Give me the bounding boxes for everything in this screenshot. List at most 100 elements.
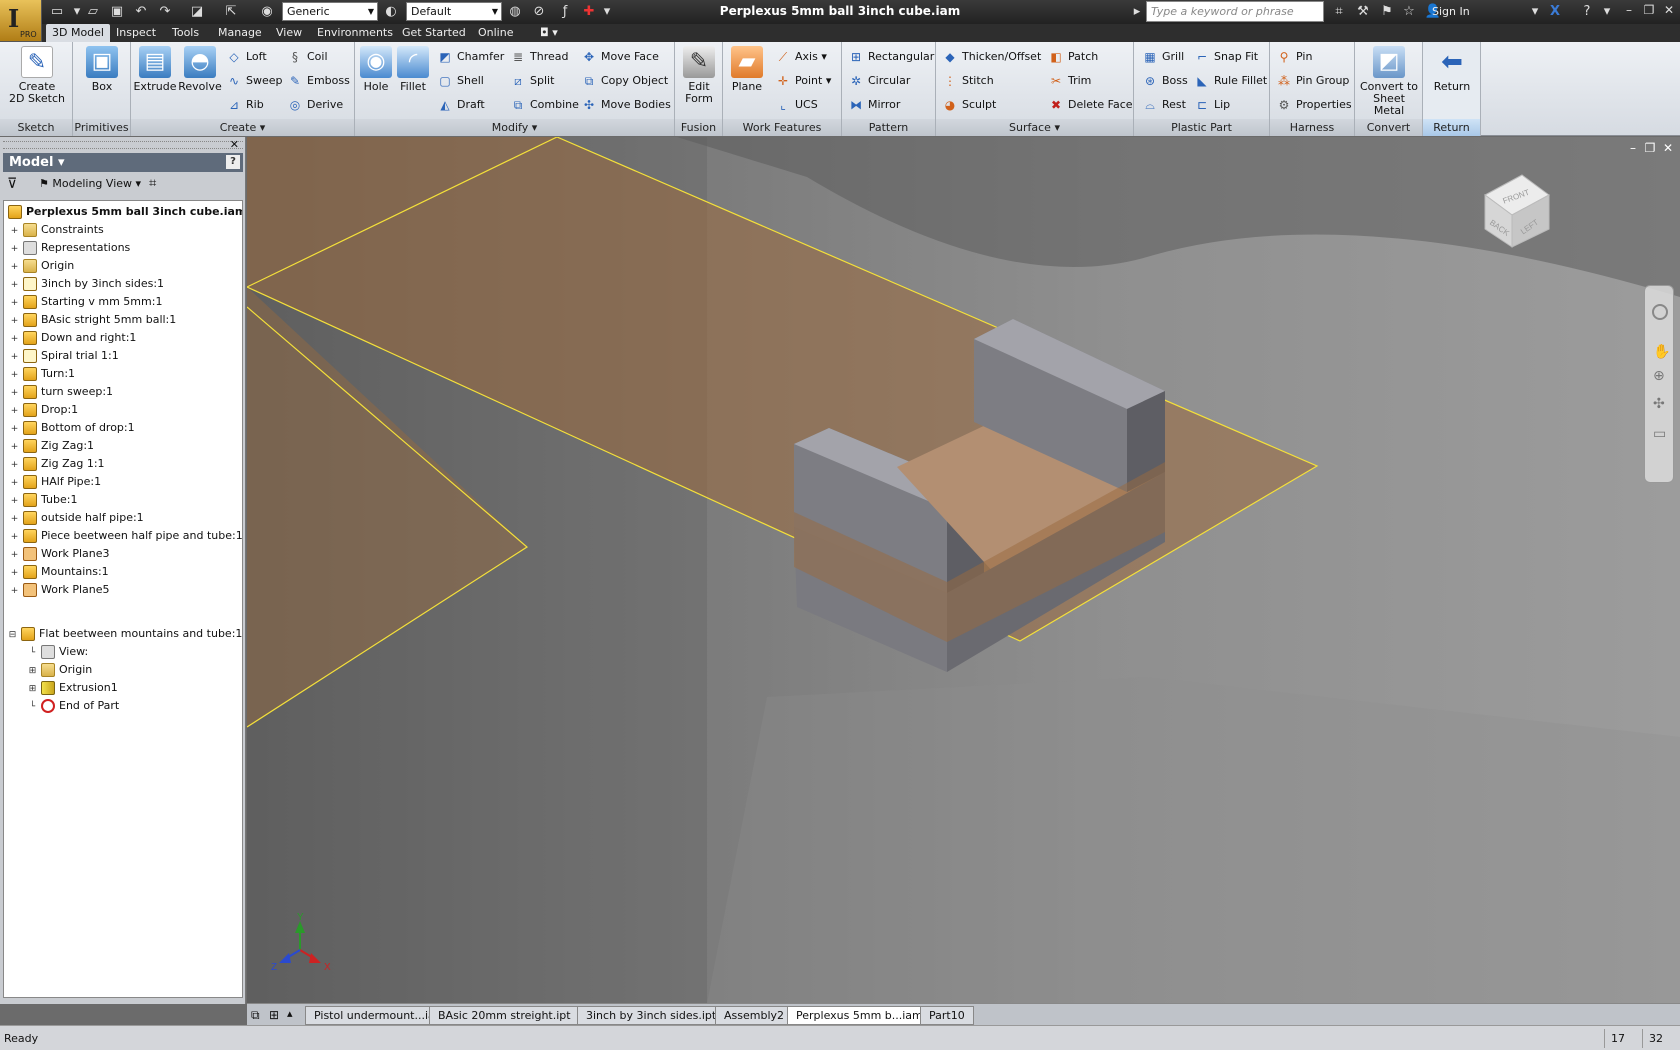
- redo-icon[interactable]: ↷: [156, 3, 174, 21]
- expand-icon[interactable]: +: [10, 263, 19, 272]
- create-2d-sketch-button[interactable]: ✎ Create 2D Sketch: [4, 46, 70, 105]
- modeling-view-select[interactable]: ⚑ Modeling View ▾: [39, 177, 141, 190]
- expand-icon[interactable]: +: [10, 551, 19, 560]
- graphics-viewport[interactable]: FRONT BACK LEFT X Y Z – ❐ ✕ ✋ ⊕ ✣ ▭: [247, 137, 1680, 1003]
- plane-button[interactable]: ▰ Plane: [727, 46, 767, 93]
- convert-to-sheet-metal-button[interactable]: ◩ Convert to Sheet Metal: [1357, 46, 1421, 117]
- tree-item[interactable]: + Work Plane3: [10, 545, 110, 563]
- appearance-select[interactable]: Default ▼: [406, 2, 502, 21]
- doc-tab[interactable]: Part10: [920, 1006, 974, 1025]
- move-bodies-button[interactable]: ✣ Move Bodies: [581, 95, 671, 115]
- tree-item[interactable]: + Starting v mm 5mm:1: [10, 293, 162, 311]
- fillet-button[interactable]: ◜ Fillet: [395, 46, 431, 93]
- tab-tools[interactable]: Tools: [166, 24, 205, 42]
- clear-icon[interactable]: ⊘: [530, 3, 548, 21]
- cascade-windows-icon[interactable]: ⧉: [251, 1008, 260, 1023]
- boss-button[interactable]: ⊛ Boss: [1142, 71, 1188, 91]
- restore-icon[interactable]: ❐: [1640, 3, 1658, 21]
- steering-wheel-icon[interactable]: [1652, 304, 1668, 320]
- expand-icon[interactable]: +: [10, 407, 19, 416]
- doc-tab[interactable]: 3inch by 3inch sides.ipt: [577, 1006, 726, 1025]
- coil-button[interactable]: § Coil: [287, 47, 328, 67]
- expand-icon[interactable]: +: [10, 389, 19, 398]
- doc-tab[interactable]: Assembly2: [715, 1006, 794, 1025]
- expand-icon[interactable]: ⊞: [28, 685, 37, 694]
- close-icon[interactable]: ✕: [1660, 3, 1678, 21]
- move-face-button[interactable]: ✥ Move Face: [581, 47, 659, 67]
- tree-item[interactable]: + Bottom of drop:1: [10, 419, 135, 437]
- filter-icon[interactable]: ⊽: [7, 176, 17, 192]
- delete-face-button[interactable]: ✖ Delete Face: [1048, 95, 1133, 115]
- tree-item[interactable]: + Zig Zag:1: [10, 437, 94, 455]
- tree-item[interactable]: + HAlf Pipe:1: [10, 473, 101, 491]
- ucs-button[interactable]: ⌞ UCS: [775, 95, 818, 115]
- tree-item[interactable]: + Origin: [10, 257, 74, 275]
- undo-icon[interactable]: ↶: [132, 3, 150, 21]
- sculpt-button[interactable]: ◕ Sculpt: [942, 95, 997, 115]
- help-icon[interactable]: ?: [226, 155, 240, 169]
- expand-icon[interactable]: +: [10, 227, 19, 236]
- favorites-star-icon[interactable]: ☆: [1400, 3, 1418, 21]
- viewport-minimize-icon[interactable]: –: [1626, 141, 1640, 155]
- customize-arrow-icon[interactable]: ▾: [598, 3, 616, 21]
- look-at-icon[interactable]: ▭: [1653, 426, 1666, 442]
- dropdown-arrow-icon[interactable]: ▾: [1598, 3, 1616, 21]
- tab-view[interactable]: View: [270, 24, 308, 42]
- panel-label-create[interactable]: Create ▾: [131, 119, 354, 136]
- pin-button[interactable]: ⚲ Pin: [1276, 47, 1313, 67]
- tree-item[interactable]: + outside half pipe:1: [10, 509, 144, 527]
- tree-item[interactable]: +3inch by 3inch sides:1: [10, 275, 164, 293]
- help-icon[interactable]: ?: [1578, 3, 1596, 21]
- panel-label-surface[interactable]: Surface ▾: [936, 119, 1133, 136]
- wrench-icon[interactable]: ⚒: [1354, 3, 1372, 21]
- extrude-button[interactable]: ▤ Extrude: [133, 46, 177, 93]
- patch-button[interactable]: ◧ Patch: [1048, 47, 1098, 67]
- fx-parameters-icon[interactable]: ƒ: [556, 3, 574, 21]
- sign-in-link[interactable]: Sign In: [1432, 5, 1470, 18]
- zoom-icon[interactable]: ⊕: [1653, 368, 1665, 384]
- tab-inspect[interactable]: Inspect: [110, 24, 162, 42]
- expand-icon[interactable]: +: [10, 425, 19, 434]
- tree-item[interactable]: + Turn:1: [10, 365, 75, 383]
- rib-button[interactable]: ⊿ Rib: [226, 95, 264, 115]
- new-icon[interactable]: ▭: [48, 3, 66, 21]
- doc-tab[interactable]: BAsic 20mm streight.ipt: [429, 1006, 580, 1025]
- expand-icon[interactable]: +: [10, 479, 19, 488]
- emboss-button[interactable]: ✎ Emboss: [287, 71, 350, 91]
- tab-get-started[interactable]: Get Started: [396, 24, 472, 42]
- measure-plus-icon[interactable]: ✚: [580, 3, 598, 21]
- close-icon[interactable]: ✕: [230, 138, 239, 151]
- expand-icon[interactable]: +: [10, 497, 19, 506]
- tree-item-active-part[interactable]: ⊟ Flat beetween mountains and tube:1: [8, 625, 242, 643]
- panel-grip[interactable]: [3, 141, 243, 149]
- box-button[interactable]: ▣ Box: [79, 46, 125, 93]
- pan-hand-icon[interactable]: ✋: [1653, 344, 1670, 360]
- orbit-icon[interactable]: ✣: [1653, 396, 1665, 412]
- edit-form-button[interactable]: ✎ Edit Form: [679, 46, 719, 105]
- tree-item[interactable]: + Piece beetween half pipe and tube:1: [10, 527, 242, 545]
- expand-icon[interactable]: +: [10, 371, 19, 380]
- open-icon[interactable]: ▱: [84, 3, 102, 21]
- stitch-button[interactable]: ⋮ Stitch: [942, 71, 994, 91]
- expand-icon[interactable]: +: [10, 281, 19, 290]
- sweep-button[interactable]: ∿ Sweep: [226, 71, 283, 91]
- tree-child-item[interactable]: └ View:: [28, 643, 88, 661]
- snap-fit-button[interactable]: ⌐ Snap Fit: [1194, 47, 1258, 67]
- tree-item[interactable]: + Drop:1: [10, 401, 78, 419]
- trim-button[interactable]: ✂ Trim: [1048, 71, 1091, 91]
- circular-pattern-button[interactable]: ✲ Circular: [848, 71, 910, 91]
- rule-fillet-button[interactable]: ◣ Rule Fillet: [1194, 71, 1267, 91]
- expand-icon[interactable]: ⊞: [28, 667, 37, 676]
- return-icon[interactable]: ⇱: [222, 3, 240, 21]
- tree-item[interactable]: + Work Plane5: [10, 581, 110, 599]
- split-button[interactable]: ⧄ Split: [510, 71, 554, 91]
- expand-icon[interactable]: +: [10, 533, 19, 542]
- tree-item[interactable]: + turn sweep:1: [10, 383, 113, 401]
- tree-item[interactable]: + Representations: [10, 239, 130, 257]
- minimize-icon[interactable]: –: [1620, 3, 1638, 21]
- tab-environments[interactable]: Environments: [311, 24, 399, 42]
- tab-manage[interactable]: Manage: [212, 24, 268, 42]
- tree-child-item[interactable]: ⊞ Extrusion1: [28, 679, 118, 697]
- thicken-offset-button[interactable]: ◆ Thicken/Offset: [942, 47, 1041, 67]
- thread-button[interactable]: ≣ Thread: [510, 47, 569, 67]
